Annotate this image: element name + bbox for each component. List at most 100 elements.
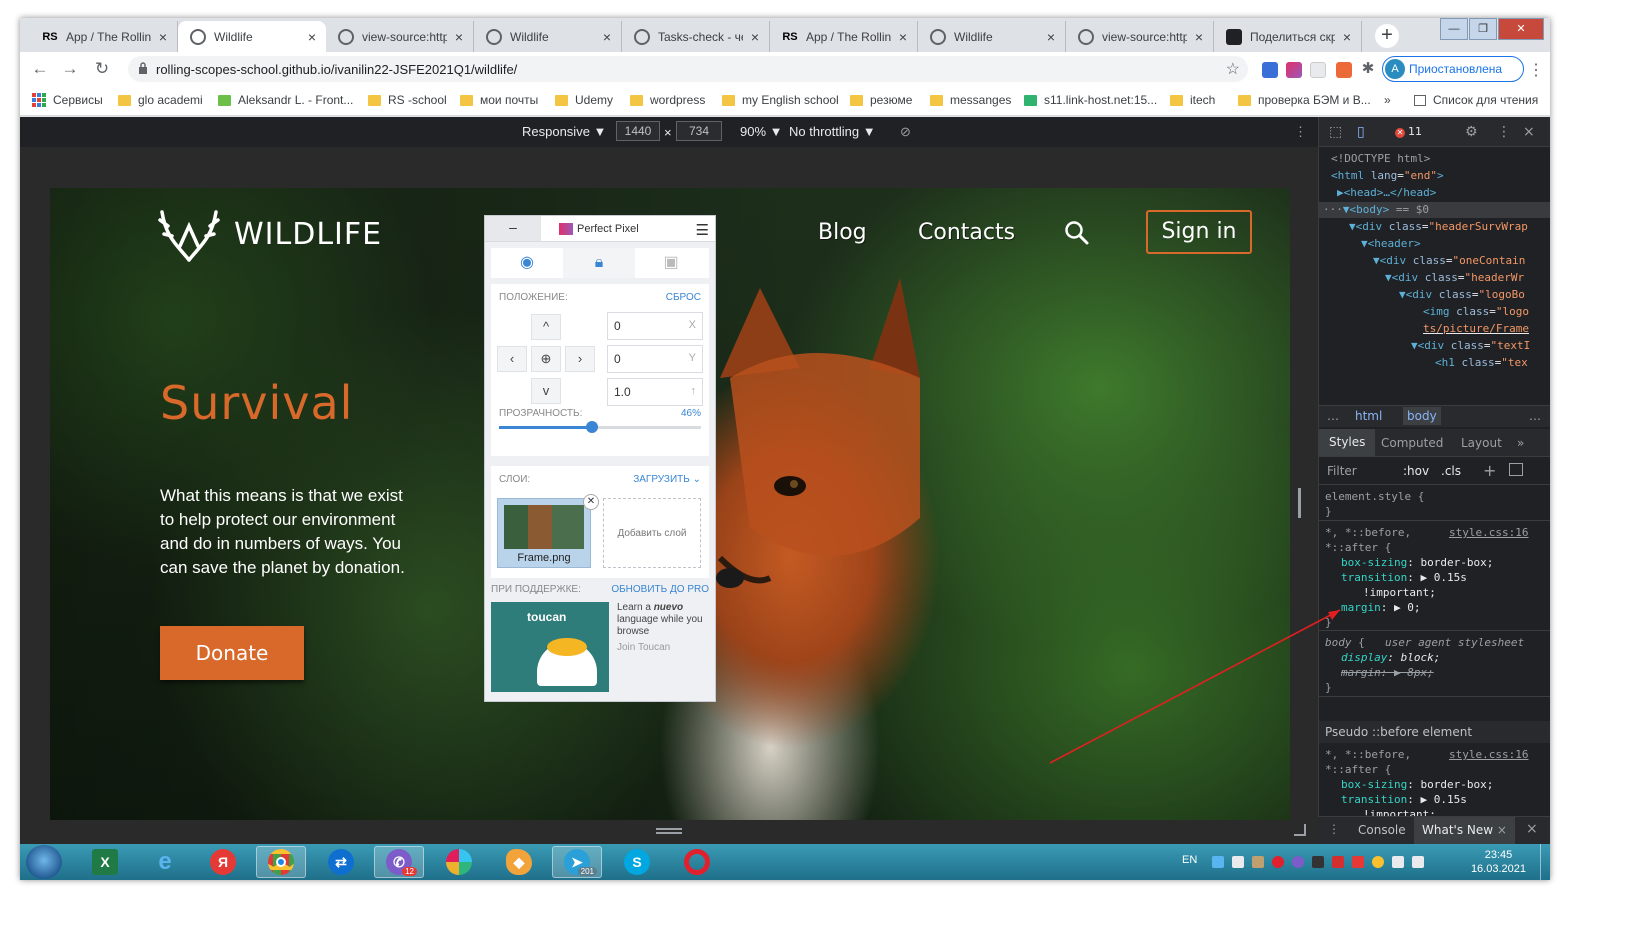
remove-layer-icon[interactable]: ✕ xyxy=(583,494,599,510)
center-button[interactable]: ⊕ xyxy=(531,346,561,372)
dom-node[interactable]: <!DOCTYPE html> xyxy=(1331,151,1430,167)
new-rule-icon[interactable]: + xyxy=(1483,461,1496,480)
perfect-pixel-extension-icon[interactable] xyxy=(1286,62,1302,78)
reset-link[interactable]: СБРОС xyxy=(666,292,701,303)
lock-icon[interactable]: 🔒︎ xyxy=(563,248,635,278)
inspect-element-icon[interactable]: ⬚ xyxy=(1329,124,1342,140)
dom-node[interactable]: ▼<div class="headerSurvWrap xyxy=(1349,219,1528,235)
dom-node[interactable]: <img class="logo xyxy=(1423,304,1529,320)
tab-2[interactable]: view-source:http × xyxy=(326,21,474,52)
side-resize-handle[interactable] xyxy=(1298,488,1301,518)
tabs-more[interactable]: » xyxy=(1517,436,1524,450)
viewport-width-input[interactable]: 1440 xyxy=(616,121,660,141)
new-tab-button[interactable]: + xyxy=(1375,24,1399,48)
dom-node[interactable]: <h1 class="tex xyxy=(1435,355,1528,371)
tray-network-status-icon[interactable] xyxy=(1392,856,1404,868)
start-button[interactable] xyxy=(26,845,62,879)
scale-input[interactable]: 1.0 ↑ xyxy=(607,378,703,406)
tray-yellow-icon[interactable] xyxy=(1372,856,1384,868)
nav-contacts-link[interactable]: Contacts xyxy=(918,220,1015,245)
chrome-taskbar-icon[interactable] xyxy=(256,846,306,878)
breadcrumb-more[interactable]: … xyxy=(1529,409,1541,423)
tray-opera-icon[interactable] xyxy=(1272,856,1284,868)
css-declaration[interactable]: transition: ▶ 0.15s xyxy=(1341,792,1467,808)
tab-5[interactable]: RS App / The Rolling × xyxy=(770,21,918,52)
extension-orange-icon[interactable] xyxy=(1336,62,1352,78)
tab-8[interactable]: Поделиться скр × xyxy=(1214,21,1362,52)
back-icon[interactable]: ← xyxy=(28,58,52,80)
pp-minimize-button[interactable]: – xyxy=(485,216,541,241)
extension-grid-icon[interactable] xyxy=(1310,62,1326,78)
devtools-menu-icon[interactable]: ⋮ xyxy=(1497,124,1511,140)
rule-selector[interactable]: *::after { xyxy=(1325,540,1391,556)
tray-app-icon[interactable] xyxy=(1252,856,1264,868)
language-indicator[interactable]: EN xyxy=(1182,854,1197,866)
rule-source-link[interactable]: style.css:16 xyxy=(1449,747,1528,763)
nav-blog-link[interactable]: Blog xyxy=(818,220,867,245)
move-down-button[interactable]: v xyxy=(531,378,561,404)
tray-lingvo-icon[interactable] xyxy=(1332,856,1344,868)
bookmark-item[interactable]: RS -school xyxy=(368,93,447,107)
dom-node[interactable]: ▼<div class="logoBo xyxy=(1399,287,1525,303)
layer-thumbnail[interactable]: Frame.png xyxy=(497,498,591,568)
bookmark-item[interactable]: wordpress xyxy=(630,93,705,107)
tab-close-icon[interactable]: × xyxy=(1191,29,1207,45)
extensions-puzzle-icon[interactable]: ✱ xyxy=(1356,58,1380,80)
bookmark-item[interactable]: резюме xyxy=(850,93,912,107)
close-tab-icon[interactable]: × xyxy=(1497,823,1507,837)
css-declaration[interactable]: margin: ▶ 0; xyxy=(1341,600,1421,616)
move-left-button[interactable]: ‹ xyxy=(497,346,527,372)
toggle-sidebar-icon[interactable] xyxy=(1509,463,1523,476)
close-window-button[interactable]: ✕ xyxy=(1498,18,1544,40)
bookmark-services[interactable]: Сервисы xyxy=(32,93,103,107)
throttling-dropdown[interactable]: No throttling ▼ xyxy=(789,124,876,139)
tray-snowflake-icon[interactable] xyxy=(1232,856,1244,868)
tab-computed[interactable]: Computed xyxy=(1381,436,1443,450)
skype-taskbar-icon[interactable]: S xyxy=(612,846,662,878)
tab-close-icon[interactable]: × xyxy=(304,29,320,45)
bookmark-item[interactable]: messanges xyxy=(930,93,1011,107)
bookmark-item[interactable]: s11.link-host.net:15... xyxy=(1024,93,1157,107)
tab-close-icon[interactable]: × xyxy=(451,29,467,45)
tab-styles[interactable]: Styles xyxy=(1319,429,1376,456)
tab-close-icon[interactable]: × xyxy=(1043,29,1059,45)
bookmark-item[interactable]: мои почты xyxy=(460,93,538,107)
rule-source-link[interactable]: style.css:16 xyxy=(1449,525,1528,541)
dom-node[interactable]: ▼<div class="headerWr xyxy=(1385,270,1524,286)
dom-link[interactable]: ts/picture/Frame xyxy=(1423,321,1529,337)
pp-menu-icon[interactable]: ☰ xyxy=(696,221,709,239)
breadcrumb-more[interactable]: … xyxy=(1327,409,1339,423)
dom-node[interactable]: ▼<div class="textI xyxy=(1411,338,1530,354)
drawer-menu-icon[interactable]: ⋮ xyxy=(1328,822,1340,836)
show-desktop-button[interactable] xyxy=(1540,844,1550,880)
reading-list[interactable]: Список для чтения xyxy=(1414,93,1538,107)
corner-resize-icon[interactable] xyxy=(1294,824,1306,836)
move-right-button[interactable]: › xyxy=(565,346,595,372)
cls-toggle[interactable]: .cls xyxy=(1441,464,1461,478)
x-offset-input[interactable]: 0X xyxy=(607,312,703,340)
browser-menu-icon[interactable]: ⋮ xyxy=(1528,60,1544,80)
dom-node[interactable]: ▶<head>…</head> xyxy=(1337,185,1436,201)
tray-pdf-icon[interactable] xyxy=(1352,856,1364,868)
drawer-tab-whats-new[interactable]: What's New × xyxy=(1414,817,1515,844)
donate-button[interactable]: Donate xyxy=(160,626,304,680)
toucan-ad-image[interactable]: toucan xyxy=(491,602,609,692)
element-style-selector[interactable]: element.style { xyxy=(1325,489,1424,505)
telegram-taskbar-icon[interactable]: ➤ 201 xyxy=(552,846,602,878)
resize-handle-icon[interactable] xyxy=(656,828,682,830)
add-layer-button[interactable]: Добавить слой xyxy=(603,498,701,568)
tab-layout[interactable]: Layout xyxy=(1461,436,1502,450)
hov-toggle[interactable]: :hov xyxy=(1403,464,1429,478)
close-devtools-icon[interactable]: × xyxy=(1523,124,1535,140)
close-drawer-icon[interactable]: × xyxy=(1526,821,1538,837)
sign-in-button[interactable]: Sign in xyxy=(1146,210,1252,254)
css-declaration[interactable]: box-sizing: border-box; xyxy=(1341,777,1493,793)
settings-gear-icon[interactable]: ⚙ xyxy=(1465,124,1478,140)
tab-close-icon[interactable]: × xyxy=(895,29,911,45)
fish-app-taskbar-icon[interactable]: ◆ xyxy=(494,846,544,878)
forward-icon[interactable]: → xyxy=(58,58,82,80)
tray-network-icon[interactable] xyxy=(1212,856,1224,868)
breadcrumb-body[interactable]: body xyxy=(1403,407,1441,425)
tab-1[interactable]: Wildlife × xyxy=(178,21,326,52)
move-up-button[interactable]: ^ xyxy=(531,314,561,340)
